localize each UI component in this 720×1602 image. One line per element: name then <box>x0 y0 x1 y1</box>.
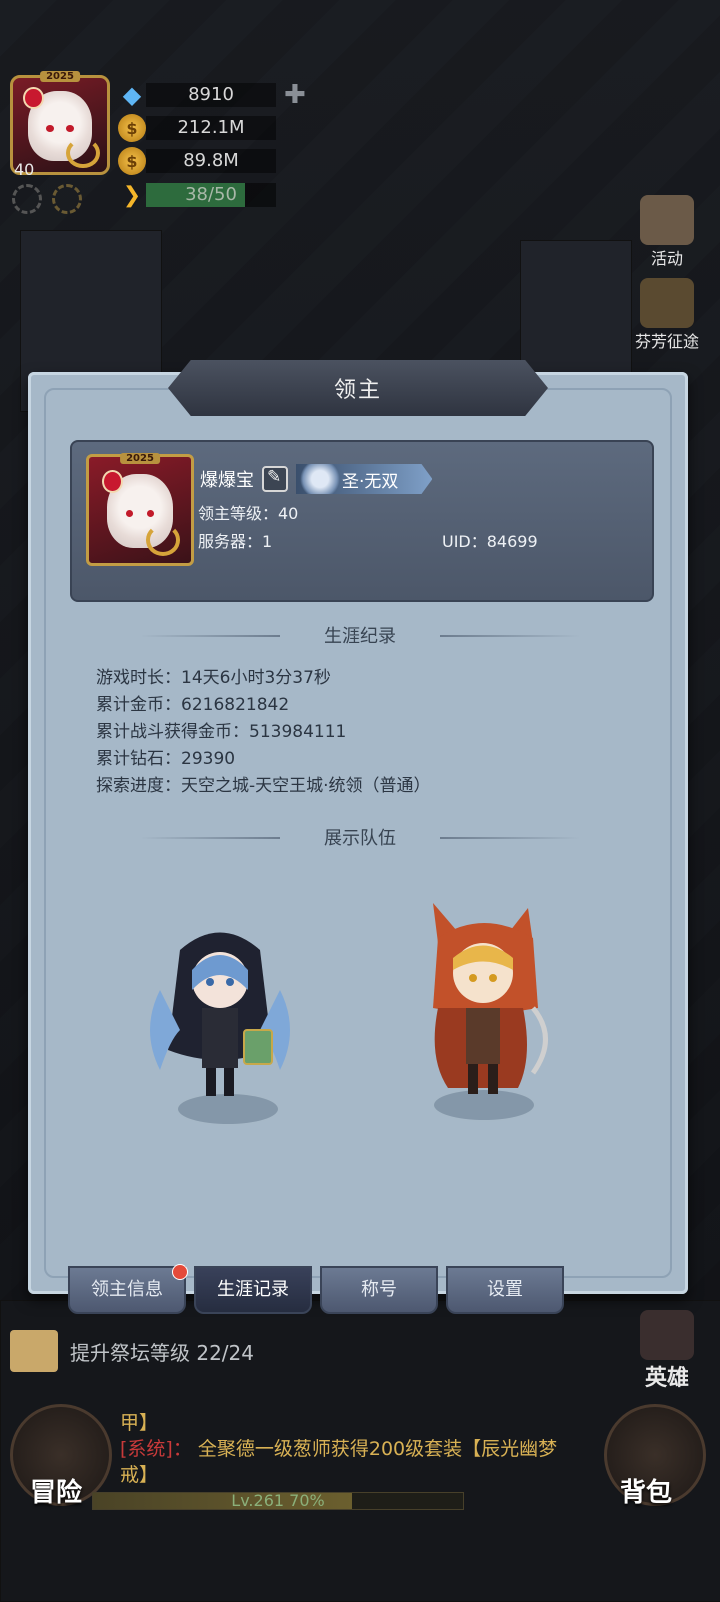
quest-tracker[interactable]: 提升祭坛等级 22/24 <box>10 1330 254 1372</box>
fox-archer-hero-sprite <box>433 903 548 1094</box>
stat-total-diamonds: 累计钻石：29390 <box>96 749 236 769</box>
chat-system-tag: [系统]： <box>120 1438 192 1460</box>
add-diamond-icon[interactable]: ✚ <box>284 80 306 110</box>
scroll-icon <box>640 195 694 245</box>
activity-button[interactable]: 活动 <box>624 195 710 269</box>
gold-resource: $ 212.1M <box>118 114 276 142</box>
silver-coin-icon: $ <box>118 147 146 175</box>
notification-dot <box>172 1264 188 1280</box>
energy-bar: 38/50 <box>146 183 276 207</box>
silver-count: 89.8M <box>146 149 276 173</box>
energy-icon: ❯ <box>122 182 142 208</box>
career-header: 生涯纪录 <box>140 622 580 648</box>
avatar-face <box>22 86 100 168</box>
quest-scroll-icon <box>10 1330 58 1372</box>
adventure-label: 冒险 <box>30 1478 83 1508</box>
team-hero-2[interactable] <box>408 898 578 1130</box>
portrait-year-tag: 2025 <box>120 453 160 464</box>
xp-label: Lv.261 70% <box>231 1491 325 1510</box>
profile-card: 2025 爆爆宝 圣·无双 领主等级：40 服务器：1 UID：84699 <box>70 440 654 602</box>
gold-count: 212.1M <box>146 116 276 140</box>
stat-battle-gold: 累计战斗获得金币：513984111 <box>96 722 347 742</box>
season-gear-icon[interactable] <box>52 184 82 214</box>
xp-bar: Lv.261 70% <box>92 1491 464 1510</box>
portrait-face <box>102 469 181 556</box>
avatar-year-tag: 2025 <box>40 71 80 82</box>
modal-title: 领主 <box>168 360 548 416</box>
tab-settings-label: 设置 <box>487 1279 523 1300</box>
team-header: 展示队伍 <box>140 824 580 850</box>
tab-lord-info[interactable]: 领主信息 <box>68 1264 188 1314</box>
team-hero-1[interactable] <box>140 920 300 1140</box>
gold-coin-icon: $ <box>118 114 146 142</box>
trial-button[interactable]: 芬芳征途 <box>624 278 710 352</box>
helmet-icon <box>640 1310 694 1360</box>
tab-lord-info-label: 领主信息 <box>91 1279 163 1300</box>
tab-titles-label: 称号 <box>361 1279 397 1300</box>
tab-titles[interactable]: 称号 <box>320 1266 438 1314</box>
profile-portrait[interactable]: 2025 <box>86 453 194 566</box>
diamond-icon: ◆ <box>122 81 142 109</box>
stat-exploration: 探索进度：天空之城-天空王城·统领（普通） <box>96 776 431 796</box>
settings-gear-icon[interactable] <box>12 184 42 214</box>
lord-level: 领主等级：40 <box>198 504 299 523</box>
nun-hero-sprite <box>150 932 290 1096</box>
stat-playtime: 游戏时长：14天6小时3分37秒 <box>96 668 331 688</box>
system-chat[interactable]: 甲】 [系统]： 全聚德一级葱师获得200级套装【辰光幽梦戒】 <box>120 1410 580 1488</box>
name-row: 爆爆宝 圣·无双 <box>200 464 433 494</box>
title-badge[interactable]: 圣·无双 <box>296 464 433 494</box>
tab-career-record[interactable]: 生涯记录 <box>194 1266 312 1314</box>
silver-resource: $ 89.8M <box>118 147 276 175</box>
tab-career-record-label: 生涯记录 <box>217 1279 289 1300</box>
hero-button[interactable]: 英雄 <box>624 1310 710 1392</box>
activity-label: 活动 <box>650 249 683 268</box>
title-badge-text: 圣·无双 <box>342 471 399 492</box>
tab-settings[interactable]: 设置 <box>446 1266 564 1314</box>
diamond-count: 8910 <box>146 83 276 107</box>
diamond-resource: ◆ 8910 ✚ <box>118 80 306 110</box>
uid: UID：84699 <box>442 532 538 551</box>
bag-label: 背包 <box>620 1478 673 1508</box>
hero-label: 英雄 <box>644 1366 689 1391</box>
trial-label: 芬芳征途 <box>634 332 699 351</box>
player-level: 40 <box>14 160 35 179</box>
quest-text: 提升祭坛等级 22/24 <box>70 1340 254 1365</box>
chat-line-prefix: 甲】 <box>120 1412 159 1434</box>
server-id: 服务器：1 <box>198 532 273 551</box>
edit-name-icon[interactable] <box>262 466 288 492</box>
crown-icon <box>640 278 694 328</box>
wing-emblem-icon <box>300 464 340 494</box>
player-name: 爆爆宝 <box>200 470 254 491</box>
stat-total-gold: 累计金币：6216821842 <box>96 695 290 715</box>
energy-resource: ❯ 38/50 <box>118 182 276 208</box>
